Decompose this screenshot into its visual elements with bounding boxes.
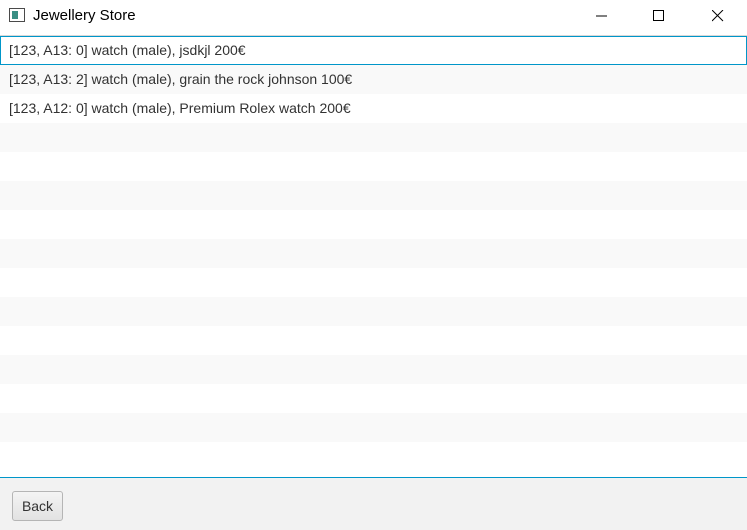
- empty-row: [0, 384, 747, 413]
- empty-row: [0, 152, 747, 181]
- empty-row: [0, 268, 747, 297]
- empty-row: [0, 123, 747, 152]
- maximize-button[interactable]: [636, 0, 682, 32]
- product-list[interactable]: [123, A13: 0] watch (male), jsdkjl 200€ …: [0, 35, 747, 478]
- list-item-label: [123, A13: 2] watch (male), grain the ro…: [9, 71, 353, 87]
- empty-row: [0, 355, 747, 384]
- back-button[interactable]: Back: [12, 491, 63, 521]
- empty-row: [0, 442, 747, 471]
- list-item[interactable]: [123, A13: 2] watch (male), grain the ro…: [0, 65, 747, 94]
- close-button[interactable]: [695, 0, 741, 32]
- window-title: Jewellery Store: [33, 7, 136, 24]
- empty-row: [0, 413, 747, 442]
- list-item[interactable]: [123, A13: 0] watch (male), jsdkjl 200€: [0, 36, 747, 65]
- close-icon: [712, 10, 724, 22]
- empty-row: [0, 239, 747, 268]
- minimize-button[interactable]: [579, 0, 625, 32]
- maximize-icon: [653, 10, 664, 21]
- minimize-icon: [596, 15, 607, 17]
- title-bar: Jewellery Store: [0, 0, 747, 32]
- list-item-label: [123, A13: 0] watch (male), jsdkjl 200€: [9, 42, 246, 58]
- empty-row: [0, 181, 747, 210]
- empty-row: [0, 326, 747, 355]
- list-item-label: [123, A12: 0] watch (male), Premium Role…: [9, 100, 351, 116]
- list-item[interactable]: [123, A12: 0] watch (male), Premium Role…: [0, 94, 747, 123]
- empty-row: [0, 210, 747, 239]
- footer-bar: Back: [0, 478, 747, 530]
- app-icon: [9, 8, 25, 22]
- empty-row: [0, 297, 747, 326]
